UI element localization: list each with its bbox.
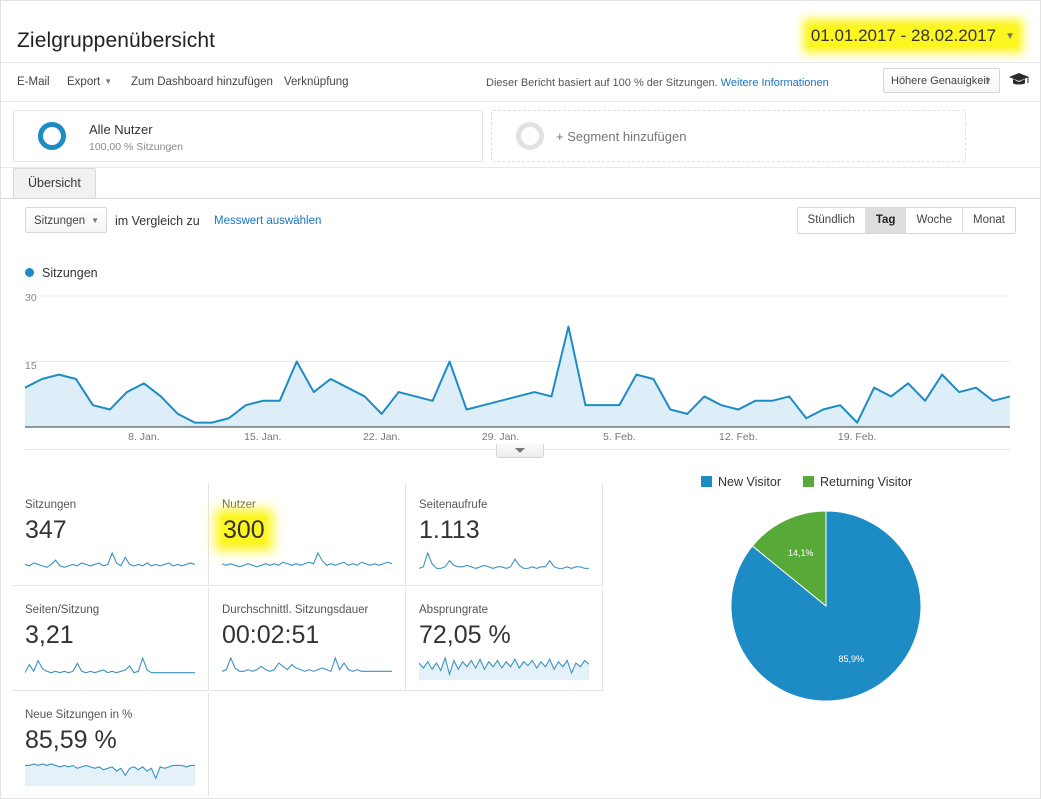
metric-sparkline — [419, 551, 589, 569]
toolbar-item-shortcut[interactable]: Verknüpfung — [284, 76, 349, 88]
metric-card[interactable]: Neue Sitzungen in % 85,59 % — [13, 693, 209, 796]
y-axis-tick-30: 30 — [25, 292, 37, 304]
x-axis-tick: 19. Feb. — [837, 431, 877, 443]
date-range-value: 01.01.2017 - 28.02.2017 — [810, 26, 997, 45]
metric-card-value: 300 — [222, 516, 266, 544]
metric-sparkline — [222, 656, 392, 673]
y-axis-tick-15: 15 — [25, 360, 37, 372]
chevron-down-icon: ▼ — [1005, 31, 1015, 42]
metric-card[interactable]: Seiten/Sitzung 3,21 — [13, 588, 209, 691]
metric-card-value: 347 — [25, 516, 67, 544]
chart-collapse-handle[interactable] — [496, 444, 544, 458]
segment-subtitle: 100,00 % Sitzungen — [89, 141, 183, 153]
segment-name: Alle Nutzer — [89, 122, 153, 137]
metric-card[interactable]: Absprungrate 72,05 % — [407, 588, 603, 691]
report-toolbar: E-Mail Export ▼ Zum Dashboard hinzufügen … — [1, 62, 1040, 102]
metric-card-label: Sitzungen — [25, 499, 77, 511]
metric-card-value: 00:02:51 — [222, 621, 320, 649]
x-axis-tick: 5. Feb. — [603, 431, 636, 443]
date-range-picker[interactable]: 01.01.2017 - 28.02.2017 ▼ — [808, 25, 1017, 47]
graduation-cap-icon[interactable] — [1008, 72, 1030, 88]
metric-sparkline — [25, 763, 195, 786]
tab-uebersicht[interactable]: Übersicht — [13, 168, 96, 198]
legend-swatch-icon — [701, 476, 712, 487]
x-axis-tick: 15. Jan. — [244, 431, 282, 443]
x-axis-tick: 29. Jan. — [481, 431, 520, 443]
pie-legend-item-new-visitor[interactable]: New Visitor — [701, 475, 781, 489]
metric-card-label: Durchschnittl. Sitzungsdauer — [222, 604, 369, 616]
pie-slice-label: 85,9% — [838, 654, 864, 664]
sessions-line-chart[interactable]: 30 15 8. Jan. 15. Jan. 22. Jan. 29. Jan. 5. … — [1, 286, 1040, 461]
x-axis-tick: 22. Jan. — [362, 431, 401, 443]
tab-label: Übersicht — [28, 176, 81, 190]
metric-card-label: Neue Sitzungen in % — [25, 709, 133, 721]
sampling-more-info-link[interactable]: Weitere Informationen — [721, 77, 829, 89]
metric-select-value: Sitzungen — [34, 215, 86, 227]
line-chart-legend[interactable]: Sitzungen — [25, 266, 98, 280]
chevron-down-icon: ▼ — [104, 77, 113, 86]
granularity-hourly[interactable]: Stündlich — [797, 208, 866, 233]
metric-card-value: 3,21 — [25, 621, 74, 649]
metric-card-value: 1.113 — [419, 516, 480, 544]
pie-legend: New Visitor Returning Visitor — [701, 475, 912, 489]
sampling-note: Dieser Bericht basiert auf 100 % der Sit… — [486, 77, 829, 89]
legend-label: Sitzungen — [42, 266, 98, 280]
compare-label: im Vergleich zu — [115, 214, 200, 228]
metric-sparkline — [419, 656, 589, 680]
metric-select[interactable]: Sitzungen ▼ — [25, 207, 107, 233]
x-axis-tick: 12. Feb. — [719, 431, 758, 443]
metric-sparkline — [25, 551, 195, 568]
metric-card-value: 85,59 % — [25, 726, 117, 754]
pie-legend-item-returning-visitor[interactable]: Returning Visitor — [802, 475, 913, 489]
toolbar-item-label: Export — [67, 76, 101, 88]
granularity-day[interactable]: Tag — [865, 208, 907, 233]
title-row: Zielgruppenübersicht 01.01.2017 - 28.02.… — [1, 1, 1040, 62]
granularity-week[interactable]: Woche — [906, 208, 964, 233]
granularity-toggle-group: Stündlich Tag Woche Monat — [796, 207, 1016, 234]
metric-card-value: 72,05 % — [419, 621, 511, 649]
toolbar-item-label: E-Mail — [17, 76, 50, 88]
report-tabs: Übersicht — [1, 168, 1040, 199]
metric-card-label: Absprungrate — [419, 604, 489, 616]
chart-controls: Sitzungen ▼ im Vergleich zu Messwert aus… — [1, 199, 1040, 241]
toolbar-item-label: Verknüpfung — [284, 76, 349, 88]
accuracy-select[interactable]: Höhere Genauigkeit ▼ — [883, 68, 1000, 93]
chevron-down-icon: ▼ — [984, 76, 992, 85]
toolbar-item-label: Zum Dashboard hinzufügen — [131, 76, 273, 88]
segment-bar: Alle Nutzer 100,00 % Sitzungen + Segment… — [1, 102, 1040, 168]
toolbar-item-export[interactable]: Export ▼ — [67, 76, 112, 88]
metric-card[interactable]: Durchschnittl. Sitzungsdauer 00:02:51 — [210, 588, 406, 691]
segment-all-users[interactable]: Alle Nutzer 100,00 % Sitzungen — [13, 110, 483, 162]
accuracy-select-value: Höhere Genauigkeit — [891, 75, 989, 87]
metric-card-label: Nutzer — [222, 499, 256, 511]
pie-legend-label: Returning Visitor — [819, 475, 913, 489]
toolbar-item-email[interactable]: E-Mail — [17, 76, 50, 88]
analytics-page: Zielgruppenübersicht 01.01.2017 - 28.02.… — [0, 0, 1041, 799]
select-metric-link[interactable]: Messwert auswählen — [214, 215, 321, 227]
pie-legend-label: New Visitor — [718, 475, 781, 489]
metric-sparkline — [25, 656, 195, 674]
toolbar-item-add-to-dashboard[interactable]: Zum Dashboard hinzufügen — [131, 76, 273, 88]
add-segment-button[interactable]: + Segment hinzufügen — [491, 110, 966, 162]
add-segment-label: + Segment hinzufügen — [556, 129, 687, 144]
page-title: Zielgruppenübersicht — [17, 29, 216, 52]
legend-color-dot — [25, 268, 34, 277]
metric-card-label: Seiten/Sitzung — [25, 604, 100, 616]
metric-sparkline — [222, 551, 392, 568]
segment-ring-icon — [38, 122, 66, 150]
pie-slice-label: 14,1% — [788, 548, 814, 558]
legend-swatch-icon — [802, 476, 814, 487]
x-axis-tick: 8. Jan. — [128, 431, 160, 443]
new-vs-returning-pie-block: New Visitor Returning Visitor 85,9% 14,1% — [641, 471, 1031, 731]
metric-card[interactable]: Sitzungen 347 — [13, 483, 209, 586]
metric-card-label: Seitenaufrufe — [419, 499, 488, 511]
segment-ring-placeholder-icon — [516, 122, 544, 150]
sampling-note-text: Dieser Bericht basiert auf 100 % der Sit… — [486, 77, 718, 89]
metric-card[interactable]: Nutzer 300 — [210, 483, 406, 586]
chevron-down-icon: ▼ — [91, 216, 99, 225]
pie-chart-svg[interactable]: 85,9% 14,1% — [726, 506, 926, 706]
metric-card[interactable]: Seitenaufrufe 1.113 — [407, 483, 603, 586]
granularity-month[interactable]: Monat — [963, 208, 1015, 233]
